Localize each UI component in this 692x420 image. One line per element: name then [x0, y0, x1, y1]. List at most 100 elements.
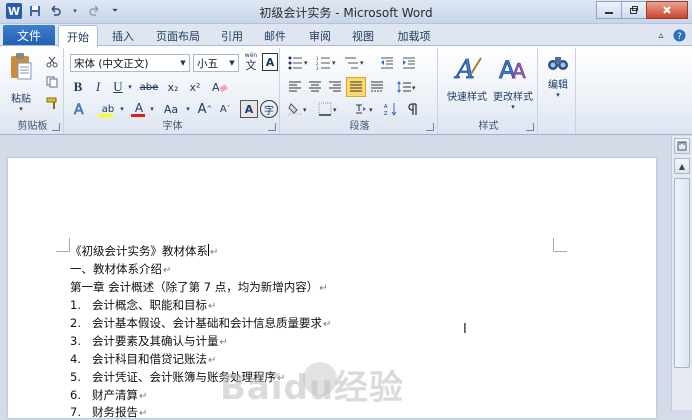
italic-button[interactable]: I	[90, 78, 106, 96]
clipboard-launcher-icon[interactable]	[52, 123, 60, 131]
scroll-thumb[interactable]	[674, 178, 690, 368]
minimize-button[interactable]	[596, 1, 622, 19]
svg-text:▾: ▾	[333, 106, 337, 114]
list-number: 5.	[70, 370, 81, 384]
show-marks-icon[interactable]	[404, 100, 422, 118]
ruler-toggle-icon[interactable]	[674, 138, 690, 154]
minimize-ribbon-icon[interactable]: ▵	[654, 28, 668, 42]
enclose-characters-button[interactable]: 字	[260, 100, 278, 118]
watermark-text: Baidu经验	[220, 368, 405, 408]
line-spacing-icon[interactable]: ▾	[394, 78, 420, 96]
tab-page-layout[interactable]: 页面布局	[150, 26, 206, 46]
sort-icon[interactable]: AZ	[382, 100, 400, 118]
list-number: 6.	[70, 388, 81, 402]
tab-addins[interactable]: 加载项	[391, 26, 437, 46]
justify-icon[interactable]	[346, 77, 366, 97]
font-launcher-icon[interactable]	[268, 123, 276, 131]
doc-list-item[interactable]: 7. 财务报告↵	[70, 404, 147, 420]
underline-dropdown-icon[interactable]: ▾	[126, 78, 134, 96]
doc-line[interactable]: 第一章 会计概述（除了第 7 点，均为新增内容）↵	[70, 279, 328, 295]
doc-line-text: 第一章 会计概述（除了第 7 点，均为新增内容）	[70, 280, 319, 294]
editing-dropdown-icon[interactable]: ▾	[556, 91, 560, 99]
paste-button[interactable]: 粘贴 ▾	[6, 52, 36, 113]
tab-view[interactable]: 视图	[346, 26, 380, 46]
format-painter-icon[interactable]	[44, 95, 60, 111]
tab-mailings[interactable]: 邮件	[258, 26, 292, 46]
doc-line[interactable]: 一、教材体系介绍↵	[70, 261, 171, 277]
underline-button[interactable]: U	[110, 78, 126, 96]
clear-formatting-icon[interactable]: A	[210, 78, 230, 96]
align-center-icon[interactable]	[306, 78, 324, 96]
highlight-dropdown-icon[interactable]: ▾	[118, 100, 126, 118]
bold-button[interactable]: B	[70, 78, 86, 96]
chinese-layout-icon[interactable]: ▾	[352, 100, 378, 118]
quick-styles-button[interactable]: A 快速样式	[444, 52, 490, 103]
editing-button[interactable]: 编辑 ▾	[542, 52, 574, 99]
font-size-value: 小五	[197, 57, 218, 70]
align-left-icon[interactable]	[286, 78, 304, 96]
doc-line-title[interactable]: 《初级会计实务》教材体系 ↵	[70, 243, 218, 259]
styles-launcher-icon[interactable]	[526, 123, 534, 131]
decrease-indent-icon[interactable]	[378, 54, 396, 72]
help-icon[interactable]: ?	[672, 28, 686, 42]
superscript-button[interactable]: x²	[186, 78, 204, 96]
doc-list-item[interactable]: 3. 会计要素及其确认与计量↵	[70, 333, 228, 349]
borders-icon[interactable]: ▾	[316, 100, 342, 118]
list-number: 1.	[70, 298, 81, 312]
character-border-button[interactable]: A	[262, 53, 278, 71]
svg-text:▾: ▾	[304, 59, 308, 67]
paragraph-mark-icon: ↵	[210, 247, 219, 258]
tab-home[interactable]: 开始	[58, 25, 98, 47]
doc-list-item[interactable]: 6. 财产清算↵	[70, 387, 147, 403]
character-shading-button[interactable]: A	[240, 100, 258, 118]
phonetic-guide-button[interactable]: wén 文	[242, 52, 260, 72]
list-number: 4.	[70, 352, 81, 366]
change-styles-dropdown-icon[interactable]: ▾	[511, 103, 515, 111]
tab-insert[interactable]: 插入	[106, 26, 140, 46]
paragraph-group-label: 段落	[349, 121, 370, 132]
editing-label: 编辑	[548, 80, 568, 91]
align-right-icon[interactable]	[326, 78, 344, 96]
numbering-icon[interactable]: 1 2 3 ▾	[314, 54, 340, 72]
doc-list-item[interactable]: 4. 会计科目和借贷记账法↵	[70, 351, 216, 367]
distributed-icon[interactable]	[368, 78, 386, 96]
multilevel-list-icon[interactable]: ▾	[342, 54, 368, 72]
highlight-button[interactable]: ab	[96, 100, 120, 118]
font-color-button[interactable]: A	[128, 100, 150, 118]
bullets-icon[interactable]: ▾	[286, 54, 312, 72]
strikethrough-button[interactable]: abe	[138, 78, 160, 96]
tab-references[interactable]: 引用	[215, 26, 249, 46]
cut-icon[interactable]	[44, 54, 60, 70]
restore-button[interactable]	[621, 1, 647, 19]
chevron-down-icon[interactable]: ▼	[178, 55, 188, 71]
doc-list-item[interactable]: 1. 会计概念、职能和目标↵	[70, 297, 216, 313]
paste-dropdown-icon[interactable]: ▾	[19, 105, 23, 113]
quick-styles-label: 快速样式	[447, 92, 487, 103]
change-case-dropdown-icon[interactable]: ▾	[184, 100, 192, 118]
shading-icon[interactable]: ▾	[286, 100, 312, 118]
title-bar: W ▾ ⏷ 初级会计实务 - Microsoft Word	[0, 0, 692, 24]
font-size-combo[interactable]: 小五 ▼	[193, 54, 239, 72]
change-case-button[interactable]: Aa	[160, 100, 182, 118]
tab-review[interactable]: 审阅	[303, 26, 337, 46]
doc-list-item[interactable]: 2. 会计基本假设、会计基础和会计信息质量要求↵	[70, 315, 331, 331]
text-effects-icon[interactable]: A	[70, 100, 94, 118]
close-button[interactable]	[646, 1, 688, 19]
doc-line-text: 财产清算	[92, 388, 138, 402]
scroll-up-arrow-icon[interactable]: ▲	[674, 158, 690, 174]
shrink-font-button[interactable]: Aˇ	[216, 100, 234, 118]
paragraph-mark-icon: ↵	[163, 265, 172, 276]
increase-indent-icon[interactable]	[400, 54, 418, 72]
chevron-down-icon[interactable]: ▼	[227, 55, 237, 71]
svg-text:▾: ▾	[303, 106, 307, 114]
paragraph-launcher-icon[interactable]	[426, 123, 434, 131]
font-color-dropdown-icon[interactable]: ▾	[148, 100, 156, 118]
tab-file[interactable]: 文件	[3, 25, 55, 46]
grow-font-button[interactable]: A ^	[196, 100, 214, 118]
vertical-scrollbar[interactable]: ▲	[671, 136, 692, 410]
font-name-combo[interactable]: 宋体 (中文正文) ▼	[70, 54, 190, 72]
subscript-button[interactable]: x₂	[164, 78, 182, 96]
change-styles-button[interactable]: A A 更改样式 ▾	[490, 52, 536, 111]
copy-icon[interactable]	[44, 74, 60, 90]
window-controls	[596, 1, 688, 19]
